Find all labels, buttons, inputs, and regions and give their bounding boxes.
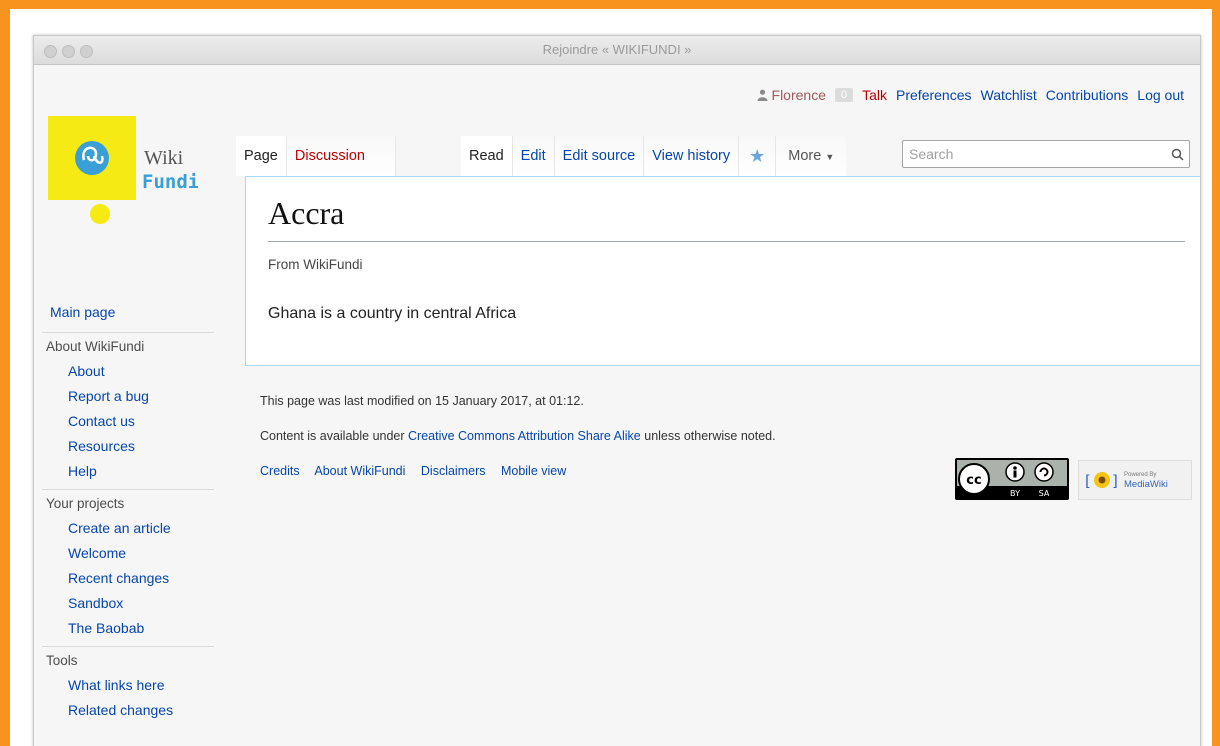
sidebar-item-welcome[interactable]: Welcome xyxy=(68,541,214,566)
footer-about-link[interactable]: About WikiFundi xyxy=(314,464,405,478)
search-icon[interactable] xyxy=(1165,148,1189,161)
cc-by-label: BY xyxy=(1010,489,1020,498)
personal-tools: Florence 0 Talk Preferences Watchlist Co… xyxy=(757,87,1184,103)
portal-heading-tools: Tools xyxy=(46,653,78,668)
article-content: Accra From WikiFundi Ghana is a country … xyxy=(245,176,1200,366)
powered-by-mediawiki-badge[interactable]: [ ] Powered By MediaWiki xyxy=(1078,460,1192,500)
search-box xyxy=(902,140,1190,168)
sidebar-item-baobab[interactable]: The Baobab xyxy=(68,616,214,641)
footer-credits-link[interactable]: Credits xyxy=(260,464,300,478)
tab-read[interactable]: Read xyxy=(461,136,513,176)
watchlist-link[interactable]: Watchlist xyxy=(981,87,1037,103)
title-divider xyxy=(268,241,1185,242)
portal-tools: Tools What links here Related changes xyxy=(42,646,214,723)
license-suffix: unless otherwise noted. xyxy=(640,429,776,443)
site-subtitle: From WikiFundi xyxy=(268,257,363,272)
logo-graphic: Wiki Fundi xyxy=(48,116,199,224)
mediawiki-text: MediaWiki xyxy=(1124,479,1168,490)
sidebar: Main page About WikiFundi About Report a… xyxy=(42,304,226,723)
footer-places: Credits About WikiFundi Disclaimers Mobi… xyxy=(260,464,776,480)
cc-sa-label: SA xyxy=(1039,489,1050,498)
sidebar-item-contact[interactable]: Contact us xyxy=(68,409,214,434)
watch-star-icon[interactable]: ★ xyxy=(739,136,777,176)
browser-window: Rejoindre « WIKIFUNDI » Florence 0 Talk … xyxy=(33,35,1201,746)
sidebar-item-create-article[interactable]: Create an article xyxy=(68,516,214,541)
wikifundi-logo[interactable]: Wiki Fundi xyxy=(48,116,199,226)
logo-fundi-text: Fundi xyxy=(142,171,198,193)
footer-last-modified: This page was last modified on 15 Januar… xyxy=(260,394,584,408)
cc-by-sa-icon: cc BY SA xyxy=(955,458,1069,500)
mediawiki-label: Powered By MediaWiki xyxy=(1124,470,1168,490)
sidebar-item-report-bug[interactable]: Report a bug xyxy=(68,384,214,409)
namespace-tabs: Page Discussion xyxy=(236,136,396,176)
page-footer: This page was last modified on 15 Januar… xyxy=(260,394,776,499)
logout-link[interactable]: Log out xyxy=(1137,87,1184,103)
tab-edit-source[interactable]: Edit source xyxy=(554,136,645,176)
footer-mobile-view-link[interactable]: Mobile view xyxy=(501,464,566,478)
preferences-link[interactable]: Preferences xyxy=(896,87,971,103)
sidebar-item-about[interactable]: About xyxy=(68,359,214,384)
logo-wiki-text: Wiki xyxy=(144,147,184,169)
chevron-down-icon: ▼ xyxy=(825,152,835,162)
more-label: More xyxy=(788,148,822,164)
user-icon xyxy=(757,89,768,101)
portal-projects: Your projects Create an article Welcome … xyxy=(42,489,214,641)
sidebar-item-resources[interactable]: Resources xyxy=(68,434,214,459)
svg-text:]: ] xyxy=(1112,472,1118,490)
portal-heading-about: About WikiFundi xyxy=(46,339,145,354)
tab-discussion[interactable]: Discussion xyxy=(286,136,396,176)
contributions-link[interactable]: Contributions xyxy=(1046,87,1129,103)
page-title: Accra xyxy=(268,195,345,231)
svg-text:[: [ xyxy=(1085,472,1091,490)
tab-view-history[interactable]: View history xyxy=(644,136,740,176)
footer-disclaimers-link[interactable]: Disclaimers xyxy=(421,464,486,478)
sidebar-item-recent-changes[interactable]: Recent changes xyxy=(68,566,214,591)
sidebar-item-help[interactable]: Help xyxy=(68,459,214,484)
more-menu[interactable]: More ▼ xyxy=(776,136,847,176)
cc-license-badge[interactable]: cc BY SA xyxy=(955,458,1069,500)
sidebar-item-related-changes[interactable]: Related changes xyxy=(68,698,214,723)
sidebar-item-main-page[interactable]: Main page xyxy=(46,304,226,320)
mediawiki-sunflower-icon: [ ] xyxy=(1085,472,1118,490)
portal-about: About WikiFundi About Report a bug Conta… xyxy=(42,332,214,484)
talk-link[interactable]: Talk xyxy=(862,87,887,103)
license-prefix: Content is available under xyxy=(260,429,409,443)
notifications-badge[interactable]: 0 xyxy=(834,88,854,102)
sidebar-item-sandbox[interactable]: Sandbox xyxy=(68,591,214,616)
user-link[interactable]: Florence xyxy=(757,87,826,103)
sidebar-item-what-links-here[interactable]: What links here xyxy=(68,673,214,698)
window-titlebar: Rejoindre « WIKIFUNDI » xyxy=(34,36,1200,65)
license-link[interactable]: Creative Commons Attribution Share Alike xyxy=(408,429,641,443)
view-tabs: Read Edit Edit source View history ★ Mor… xyxy=(461,136,847,176)
tab-page[interactable]: Page xyxy=(236,136,287,176)
search-input[interactable] xyxy=(903,145,1165,163)
notifications-count: 0 xyxy=(840,89,848,101)
footer-license: Content is available under Creative Comm… xyxy=(260,429,776,445)
image-frame: Rejoindre « WIKIFUNDI » Florence 0 Talk … xyxy=(10,9,1212,746)
user-name: Florence xyxy=(771,87,826,103)
svg-text:cc: cc xyxy=(966,473,981,488)
article-body: Ghana is a country in central Africa xyxy=(268,305,517,322)
tab-edit[interactable]: Edit xyxy=(512,136,555,176)
portal-heading-projects: Your projects xyxy=(46,496,125,511)
window-title: Rejoindre « WIKIFUNDI » xyxy=(542,42,692,57)
